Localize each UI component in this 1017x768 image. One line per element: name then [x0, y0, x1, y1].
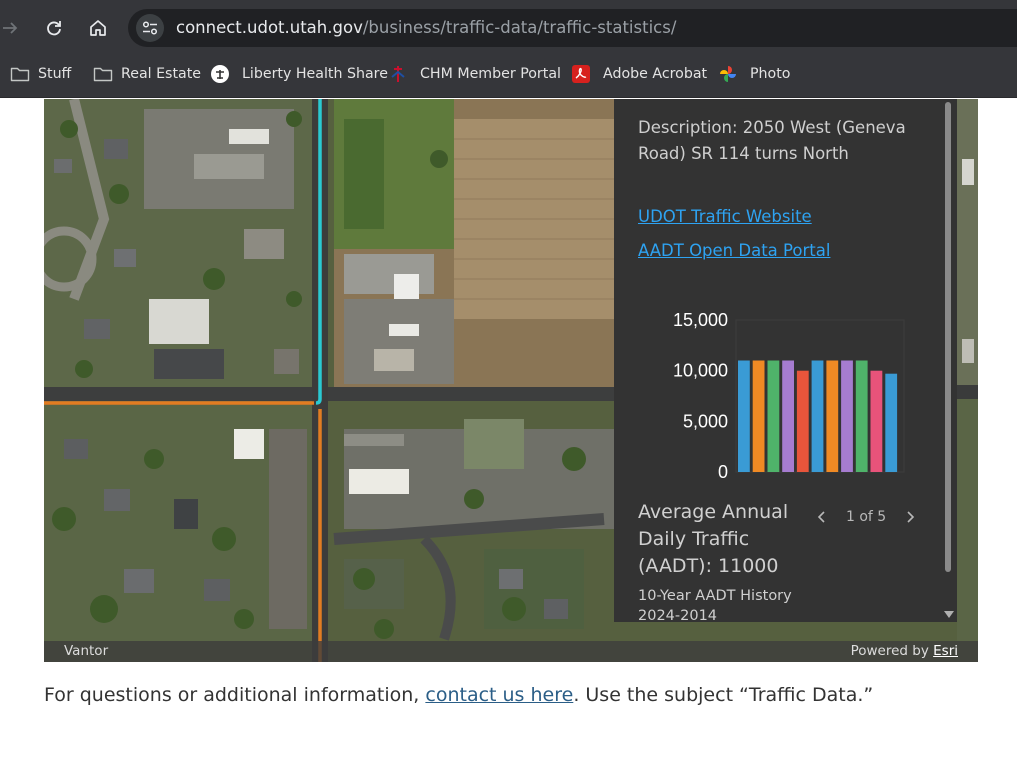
contact-text-before: For questions or additional information, — [44, 684, 426, 706]
address-bar[interactable]: connect.udot.utah.gov/business/traffic-d… — [128, 9, 1017, 47]
bookmark-label: Real Estate — [121, 66, 201, 82]
popup-description: Description: 2050 West (Geneva Road) SR … — [638, 118, 906, 163]
udot-traffic-website-link[interactable]: UDOT Traffic Website — [638, 207, 812, 226]
aadt-bar[interactable] — [767, 360, 780, 473]
home-button[interactable] — [82, 12, 114, 44]
popup-scrollbar-thumb[interactable] — [945, 102, 951, 572]
url-path: /business/traffic-data/traffic-statistic… — [362, 18, 677, 37]
aadt-bar[interactable] — [841, 360, 853, 473]
aadt-bar[interactable] — [870, 370, 883, 472]
bookmarks-bar: Stuff Real Estate Liberty Health Share C… — [0, 56, 1017, 98]
bookmark-photo[interactable]: Photo — [720, 56, 791, 92]
powered-by-label: Powered by — [850, 643, 934, 659]
aadt-bar[interactable] — [885, 373, 898, 472]
previous-chart-button[interactable] — [810, 507, 834, 527]
chm-favicon — [391, 64, 412, 84]
map-attribution-bar: Vantor Powered by Esri — [44, 641, 978, 662]
aadt-bar[interactable] — [752, 360, 765, 473]
bookmark-label: Liberty Health Share — [242, 66, 388, 82]
liberty-favicon — [211, 64, 234, 84]
chevron-right-icon — [907, 511, 915, 523]
next-chart-button[interactable] — [898, 507, 922, 527]
y-tick-label: 10,000 — [673, 361, 728, 381]
url-host: connect.udot.utah.gov — [176, 18, 363, 37]
imagery-attribution: Vantor — [64, 643, 109, 659]
aadt-bar[interactable] — [738, 360, 750, 473]
aadt-history: 10-Year AADT History 2024-2014 — [638, 586, 792, 626]
browser-toolbar: connect.udot.utah.gov/business/traffic-d… — [0, 0, 1017, 56]
bookmark-adobe-acrobat[interactable]: Adobe Acrobat — [572, 56, 708, 92]
reload-icon — [47, 21, 61, 36]
scroll-down-arrow-icon[interactable] — [944, 611, 954, 618]
acrobat-favicon — [572, 64, 595, 84]
feature-popup: Description: 2050 West (Geneva Road) SR … — [614, 99, 957, 624]
bookmark-label: Stuff — [38, 66, 72, 82]
tune-icon — [142, 21, 158, 35]
pager-count: 1 of 5 — [846, 509, 887, 525]
chevron-left-icon — [817, 511, 825, 523]
bookmark-stuff[interactable]: Stuff — [10, 56, 71, 92]
bookmark-label: Photo — [750, 66, 791, 82]
bookmark-real-estate[interactable]: Real Estate — [93, 56, 201, 92]
history-title: 10-Year AADT History — [638, 588, 792, 604]
reload-button[interactable] — [38, 12, 70, 44]
aadt-bar[interactable] — [796, 370, 809, 472]
chart-pager: 1 of 5 — [810, 507, 922, 527]
contact-text-after: . Use the subject “Traffic Data.” — [573, 684, 874, 706]
bookmark-label: Adobe Acrobat — [603, 66, 708, 82]
aadt-bar-chart: 15,000 10,000 5,000 0 — [673, 310, 905, 482]
esri-link[interactable]: Esri — [933, 643, 958, 659]
aadt-bar[interactable] — [855, 360, 868, 473]
home-icon — [90, 20, 106, 36]
contact-us-link[interactable]: contact us here — [425, 684, 573, 706]
aadt-bar[interactable] — [811, 360, 824, 473]
powered-by-text: Powered by Esri — [851, 643, 958, 659]
forward-button[interactable] — [0, 12, 26, 44]
site-info-button[interactable] — [136, 14, 164, 42]
y-tick-label: 5,000 — [683, 411, 728, 431]
y-tick-label: 15,000 — [673, 310, 728, 330]
folder-icon — [93, 67, 113, 82]
url-text: connect.udot.utah.gov/business/traffic-d… — [176, 18, 676, 37]
folder-icon — [10, 67, 30, 82]
aadt-bar[interactable] — [782, 360, 794, 473]
bookmark-label: CHM Member Portal — [420, 66, 561, 82]
aadt-label: Average Annual Daily Traffic (AADT): 110… — [638, 501, 789, 577]
photos-favicon — [720, 64, 742, 84]
aadt-open-data-portal-link[interactable]: AADT Open Data Portal — [638, 241, 830, 260]
bookmark-liberty-health-share[interactable]: Liberty Health Share — [211, 56, 388, 92]
bookmark-chm-member-portal[interactable]: CHM Member Portal — [391, 56, 561, 92]
aadt-bar[interactable] — [826, 360, 839, 473]
y-tick-label: 0 — [718, 462, 728, 482]
forward-arrow-icon — [3, 22, 18, 34]
history-range: 2024-2014 — [638, 608, 718, 624]
contact-paragraph: For questions or additional information,… — [44, 684, 873, 706]
